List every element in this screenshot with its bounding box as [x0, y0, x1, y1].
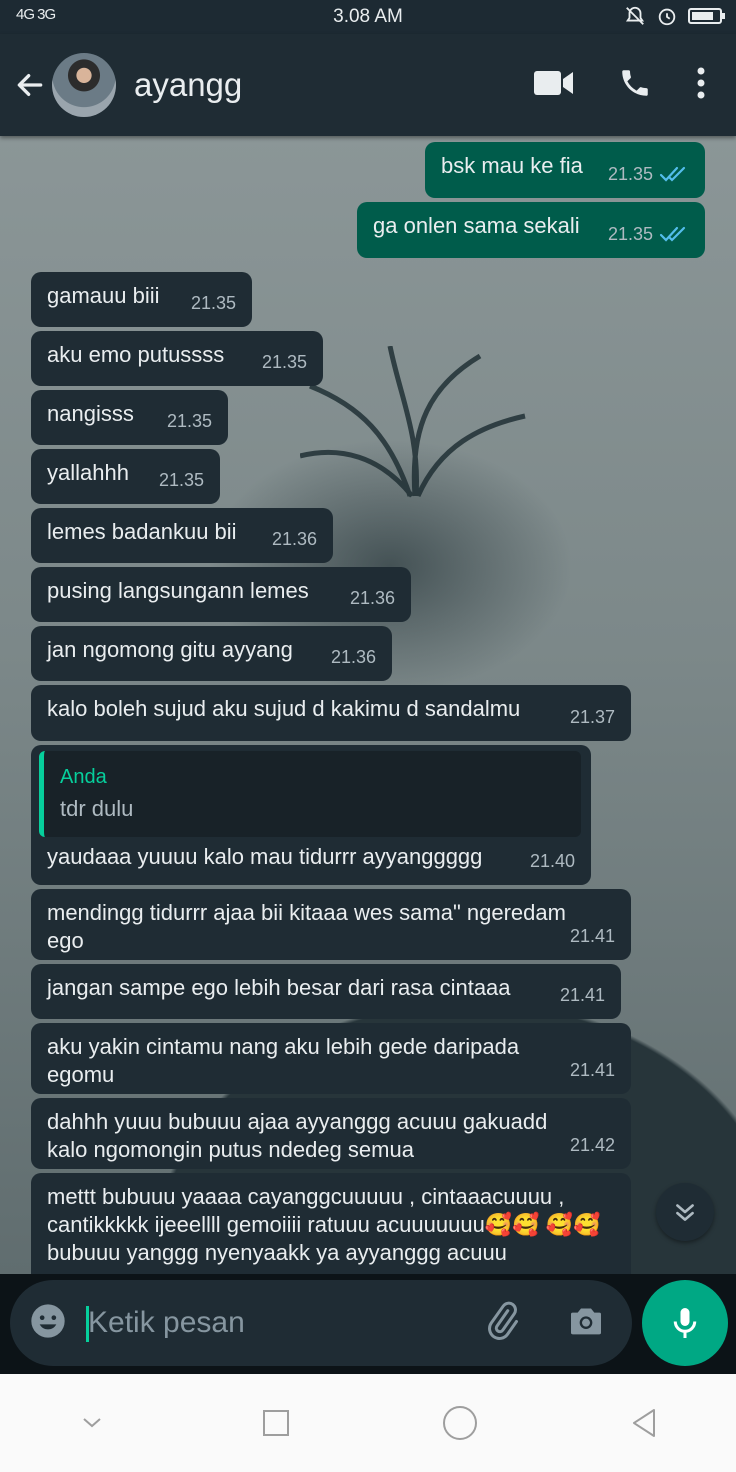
quote-text: tdr dulu [60, 796, 134, 821]
message-time: 21.35 [158, 470, 204, 490]
message-input[interactable]: Ketik pesan [86, 1306, 482, 1342]
message-time: 21.35 [607, 164, 653, 184]
message-bubble[interactable]: bsk mau ke fia 21.35 [425, 142, 705, 198]
arrow-left-icon [17, 74, 43, 96]
message-bubble[interactable]: ga onlen sama sekali 21.35 [357, 202, 705, 258]
avatar[interactable] [52, 53, 116, 117]
battery-icon [688, 8, 725, 24]
message-text: gamauu biii [47, 283, 160, 308]
double-chevron-down-icon [676, 1204, 694, 1221]
message-bubble[interactable]: kalo boleh sujud aku sujud d kakimu d sa… [31, 685, 631, 741]
triangle-back-icon [633, 1409, 655, 1437]
message-bubble[interactable]: pusing langsungann lemes 21.36 [31, 567, 411, 622]
message-time: 21.41 [559, 985, 605, 1005]
message-bubble[interactable]: mettt bubuuu yaaaa cayanggcuuuuu , cinta… [31, 1173, 631, 1274]
status-bar: 4G 3G 3.08 AM [0, 0, 736, 34]
message-time: 21.35 [166, 411, 212, 431]
message-text: aku yakin cintamu nang aku lebih gede da… [47, 1034, 520, 1087]
alarm-icon [658, 8, 676, 26]
quoted-message[interactable]: Anda tdr dulu [39, 751, 581, 837]
camera-icon [571, 1308, 601, 1334]
message-time: 21.37 [569, 707, 615, 727]
back-button[interactable] [12, 67, 48, 103]
chevron-down-icon [83, 1418, 101, 1428]
message-time: 21.36 [349, 588, 395, 608]
message-time: 21.35 [607, 224, 653, 244]
message-text: jan ngomong gitu ayyang [47, 637, 293, 662]
nav-collapse-button[interactable] [62, 1393, 122, 1453]
message-text: dahhh yuuu bubuuu ajaa ayyanggg acuuu ga… [47, 1109, 548, 1162]
double-check-icon [659, 226, 686, 242]
message-text: ga onlen sama sekali [373, 213, 580, 238]
message-time: 21.42 [569, 1135, 615, 1155]
camera-button[interactable] [566, 1301, 606, 1346]
message-text: lemes badankuu bii [47, 519, 237, 544]
message-bubble[interactable]: dahhh yuuu bubuuu ajaa ayyanggg acuuu ga… [31, 1098, 631, 1169]
more-options-button[interactable] [696, 66, 706, 105]
message-bubble[interactable]: lemes badankuu bii 21.36 [31, 508, 333, 563]
voice-call-button[interactable] [618, 66, 652, 105]
message-text: nangisss [47, 401, 134, 426]
nav-back-button[interactable] [614, 1393, 674, 1453]
scroll-to-bottom-button[interactable] [656, 1183, 714, 1241]
nav-home-button[interactable] [430, 1393, 490, 1453]
message-text: jangan sampe ego lebih besar dari rasa c… [47, 975, 511, 1000]
message-time: 21.41 [569, 1060, 615, 1080]
mute-bell-icon [625, 6, 645, 25]
chat-header: ayangg [0, 34, 736, 136]
system-nav-bar [0, 1374, 736, 1472]
emoji-icon [31, 1303, 65, 1338]
message-bubble[interactable]: aku emo putussss 21.35 [31, 331, 323, 386]
message-bubble[interactable]: nangisss 21.35 [31, 390, 228, 445]
message-bubble[interactable]: jan ngomong gitu ayyang 21.36 [31, 626, 392, 681]
message-text: mettt bubuuu yaaaa cayanggcuuuuu , cinta… [47, 1184, 601, 1265]
message-bubble[interactable]: mendingg tidurrr ajaa bii kitaaa wes sam… [31, 889, 631, 960]
message-bubble[interactable]: aku yakin cintamu nang aku lebih gede da… [31, 1023, 631, 1094]
more-vertical-icon [697, 67, 705, 98]
message-bubble[interactable]: jangan sampe ego lebih besar dari rasa c… [31, 964, 621, 1019]
circle-icon [443, 1406, 477, 1440]
video-call-icon [534, 70, 573, 95]
quote-author: Anda [60, 766, 107, 788]
attach-button[interactable] [482, 1301, 522, 1346]
message-time: 21.36 [330, 647, 376, 667]
wallpaper-image [300, 346, 526, 498]
paperclip-icon [488, 1301, 518, 1340]
message-time: 21.40 [529, 851, 575, 871]
message-time: 21.41 [569, 926, 615, 946]
message-text: kalo boleh sujud aku sujud d kakimu d sa… [47, 696, 521, 721]
emoji-button[interactable] [28, 1301, 68, 1346]
message-text: yaudaaa yuuuu kalo mau tidurrr ayyangggg… [47, 844, 483, 869]
microphone-icon [673, 1308, 697, 1338]
message-text: mendingg tidurrr ajaa bii kitaaa wes sam… [47, 900, 566, 953]
message-time: 21.35 [261, 352, 307, 372]
message-bubble[interactable]: yallahhh 21.35 [31, 449, 220, 504]
message-time: 21.35 [190, 293, 236, 313]
chat-area[interactable]: bsk mau ke fia 21.35 ga onlen sama sekal… [0, 136, 736, 1274]
message-bubble[interactable]: gamauu biii 21.35 [31, 272, 252, 327]
message-time: 21.36 [271, 529, 317, 549]
phone-icon [622, 69, 648, 96]
voice-record-button[interactable] [642, 1280, 728, 1366]
status-icons [624, 5, 725, 27]
message-text: aku emo putussss [47, 342, 225, 367]
square-icon [263, 1410, 289, 1436]
double-check-icon [659, 166, 686, 182]
message-text: bsk mau ke fia [441, 153, 583, 178]
contact-name[interactable]: ayangg [134, 66, 534, 104]
message-text: yallahhh [47, 460, 129, 485]
video-call-button[interactable] [534, 69, 574, 102]
reply-message-bubble[interactable]: Anda tdr dulu yaudaaa yuuuu kalo mau tid… [31, 745, 591, 885]
message-composer: Ketik pesan [10, 1280, 632, 1366]
nav-recents-button[interactable] [246, 1393, 306, 1453]
message-text: pusing langsungann lemes [47, 578, 309, 603]
